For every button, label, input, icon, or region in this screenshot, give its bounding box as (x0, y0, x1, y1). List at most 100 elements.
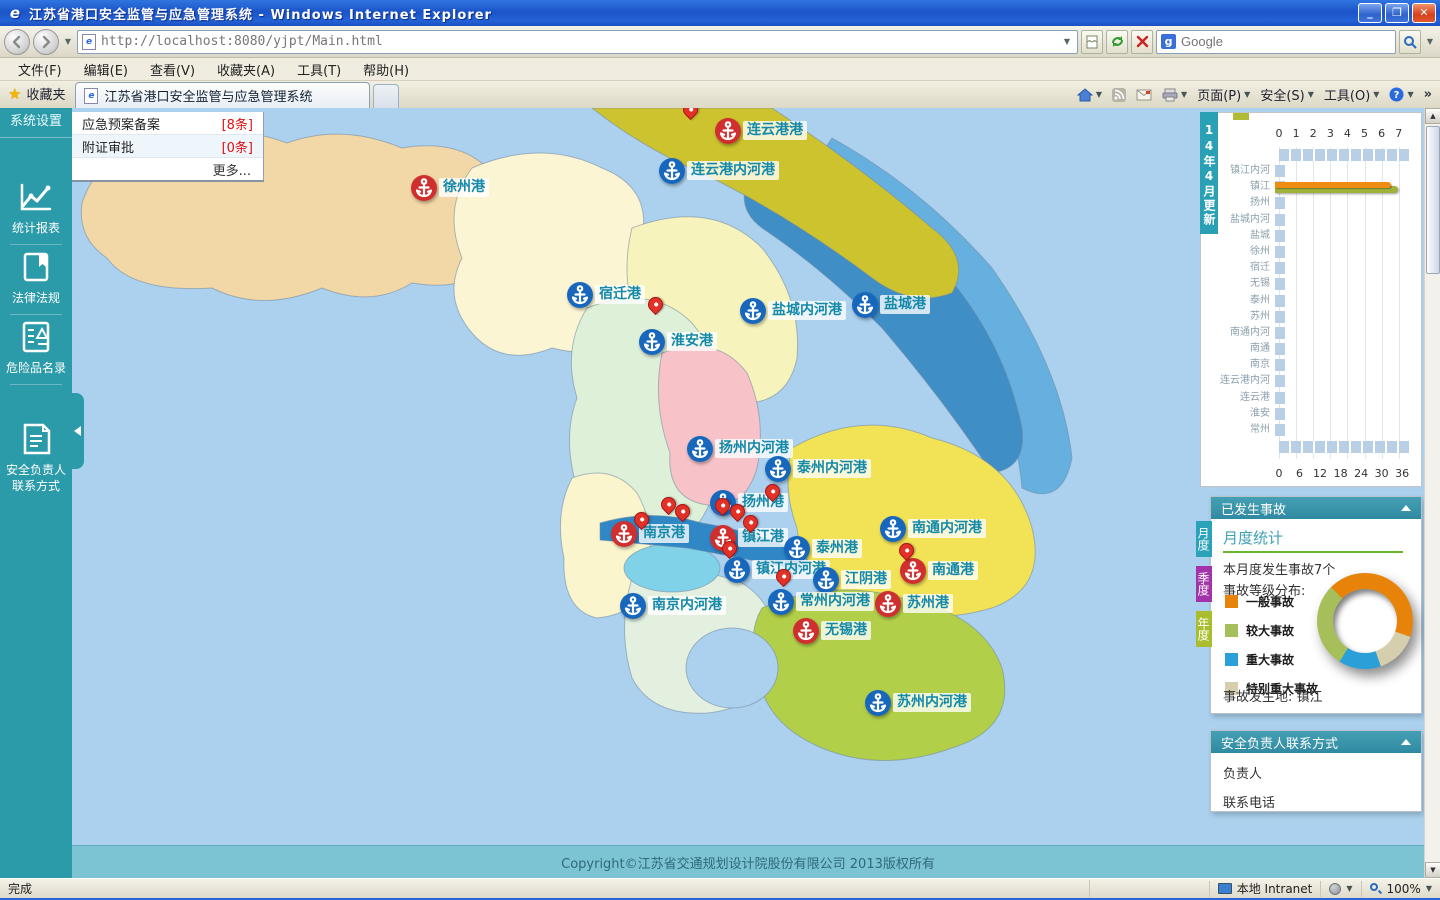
collapse-icon[interactable] (1401, 505, 1411, 511)
menu-item-3[interactable]: 收藏夹(A) (207, 58, 285, 81)
history-dropdown-icon[interactable]: ▼ (62, 31, 74, 53)
help-button[interactable]: ? ▼ (1389, 87, 1413, 102)
tab-年度[interactable]: 年度 (1196, 611, 1212, 647)
tab-月度[interactable]: 月度 (1196, 521, 1212, 557)
sidebar-item-0[interactable]: 统计报表 (0, 178, 72, 236)
address-bar[interactable]: e ▼ (77, 30, 1078, 54)
scroll-up-icon[interactable]: ▲ (1425, 108, 1440, 124)
incident-donut-chart (1317, 573, 1413, 669)
contact-row-0: 负责人 (1223, 763, 1421, 782)
contacts-panel-header[interactable]: 安全负责人联系方式 (1211, 731, 1421, 753)
sidebar-item-label: 法律法规 (0, 290, 72, 306)
chart-row-plot (1275, 195, 1419, 211)
scroll-down-icon[interactable]: ▼ (1425, 862, 1440, 878)
port-label: 盐城内河港 (768, 301, 846, 320)
menu-item-5[interactable]: 帮助(H) (353, 58, 419, 81)
back-button[interactable] (4, 29, 30, 55)
zoom-control[interactable]: 100% ▼ (1362, 881, 1440, 897)
chart-row: 镇江 (1219, 179, 1419, 195)
port-label: 淮安港 (667, 332, 717, 351)
chart-row: 泰州 (1219, 293, 1419, 309)
scrollbar-thumb[interactable] (1426, 126, 1440, 274)
chart-category-label: 盐城内河 (1219, 212, 1275, 228)
menu-item-1[interactable]: 编辑(E) (74, 58, 138, 81)
forward-button[interactable] (33, 29, 59, 55)
chart-row-plot (1275, 422, 1419, 438)
incidents-panel-header[interactable]: 已发生事故 (1211, 497, 1421, 519)
axis-tick-label: 0 (1276, 127, 1283, 140)
mail-button[interactable] (1136, 89, 1152, 101)
quick-panel-row-1[interactable]: 附证审批[0条] (72, 135, 263, 158)
page-menu-button[interactable]: 页面(P) ▼ (1197, 85, 1250, 104)
new-tab-button[interactable] (373, 84, 399, 108)
zero-bar (1275, 278, 1285, 290)
chart-category-label: 盐城 (1219, 228, 1275, 244)
quick-panel-count: [8条] (222, 114, 253, 133)
menu-bar: 文件(F)编辑(E)查看(V)收藏夹(A)工具(T)帮助(H) (0, 58, 1440, 81)
search-box[interactable]: g (1156, 30, 1396, 54)
sidebar-separator (10, 384, 62, 385)
feed-button[interactable] (1112, 88, 1126, 102)
province-map: 徐州港连云港港连云港内河港宿迁港淮安港盐城内河港盐城港扬州内河港泰州内河港扬州港… (72, 108, 1424, 878)
sidebar-collapse-handle[interactable] (70, 393, 84, 469)
tab-row: ★ 收藏夹 e 江苏省港口安全监管与应急管理系统 ▼ ▼ 页面(P) ▼ 安全(… (0, 81, 1440, 108)
search-dropdown-icon[interactable]: ▼ (1424, 31, 1436, 53)
title-bar: e 江苏省港口安全监管与应急管理系统 - Windows Internet Ex… (0, 0, 1440, 26)
svg-text:?: ? (1394, 90, 1400, 101)
url-input[interactable] (101, 34, 1056, 49)
page-scrollbar[interactable]: ▲ ▼ (1424, 108, 1440, 878)
search-go-button[interactable] (1399, 30, 1421, 54)
menu-item-0[interactable]: 文件(F) (8, 58, 72, 81)
anchor-icon (793, 618, 819, 644)
period-tabs: 月度季度年度 (1196, 521, 1212, 656)
chart-row: 徐州 (1219, 244, 1419, 260)
tab-active[interactable]: e 江苏省港口安全监管与应急管理系统 (75, 82, 370, 108)
book-icon (17, 248, 55, 286)
minimize-button[interactable]: _ (1358, 3, 1382, 23)
axis-tick-label: 12 (1313, 467, 1327, 480)
anchor-icon (784, 536, 810, 562)
sidebar-item-2[interactable]: 危险品名录 (0, 318, 72, 376)
sidebar-item-1[interactable]: 法律法规 (0, 248, 72, 306)
copyright-footer: Copyright©江苏省交通规划设计院股份有限公司 2013版权所有 (72, 845, 1424, 878)
anchor-icon (740, 298, 766, 324)
compatibility-view-button[interactable] (1081, 30, 1103, 54)
chart-category-label: 连云港内河 (1219, 373, 1275, 389)
chart-row: 连云港 (1219, 390, 1419, 406)
quick-panel-row-0[interactable]: 应急预案备案[8条] (72, 112, 263, 135)
magnifier-icon (1370, 883, 1382, 895)
address-dropdown-icon[interactable]: ▼ (1061, 31, 1073, 53)
zero-bar (1275, 343, 1285, 355)
more-link[interactable]: 更多... (72, 158, 263, 180)
close-button[interactable]: ✕ (1412, 3, 1436, 23)
port-label: 南通内河港 (908, 519, 986, 538)
tab-季度[interactable]: 季度 (1196, 566, 1212, 602)
chart-category-label: 宿迁 (1219, 260, 1275, 276)
chart-row-plot (1275, 179, 1419, 195)
refresh-button[interactable] (1106, 30, 1128, 54)
sidebar-item-system-settings[interactable]: 系统设置 (0, 108, 72, 138)
zero-bar (1275, 424, 1285, 436)
sidebar-separator (10, 244, 62, 245)
zero-bar (1275, 214, 1285, 226)
anchor-icon (875, 591, 901, 617)
menu-item-4[interactable]: 工具(T) (287, 58, 351, 81)
chart-row-plot (1275, 357, 1419, 373)
protected-mode-button[interactable]: ▼ (1321, 881, 1361, 897)
overflow-chevron-icon[interactable]: » (1424, 85, 1432, 102)
favorites-button[interactable]: ★ 收藏夹 (0, 80, 75, 108)
print-button[interactable]: ▼ (1162, 88, 1187, 102)
port-label: 扬州港 (738, 493, 788, 512)
collapse-icon[interactable] (1401, 739, 1411, 745)
zero-bar (1275, 359, 1285, 371)
search-input[interactable] (1181, 34, 1391, 49)
tab-title: 江苏省港口安全监管与应急管理系统 (104, 86, 312, 105)
safety-menu-button[interactable]: 安全(S) ▼ (1260, 85, 1314, 104)
restore-button[interactable]: ❐ (1385, 3, 1409, 23)
sidebar-item-3[interactable]: 安全负责人 联系方式 (0, 420, 72, 494)
home-button[interactable]: ▼ (1077, 88, 1102, 102)
axis-tick-label: 36 (1395, 467, 1409, 480)
tools-menu-button[interactable]: 工具(O) ▼ (1324, 85, 1380, 104)
menu-item-2[interactable]: 查看(V) (140, 58, 205, 81)
stop-button[interactable] (1131, 30, 1153, 54)
